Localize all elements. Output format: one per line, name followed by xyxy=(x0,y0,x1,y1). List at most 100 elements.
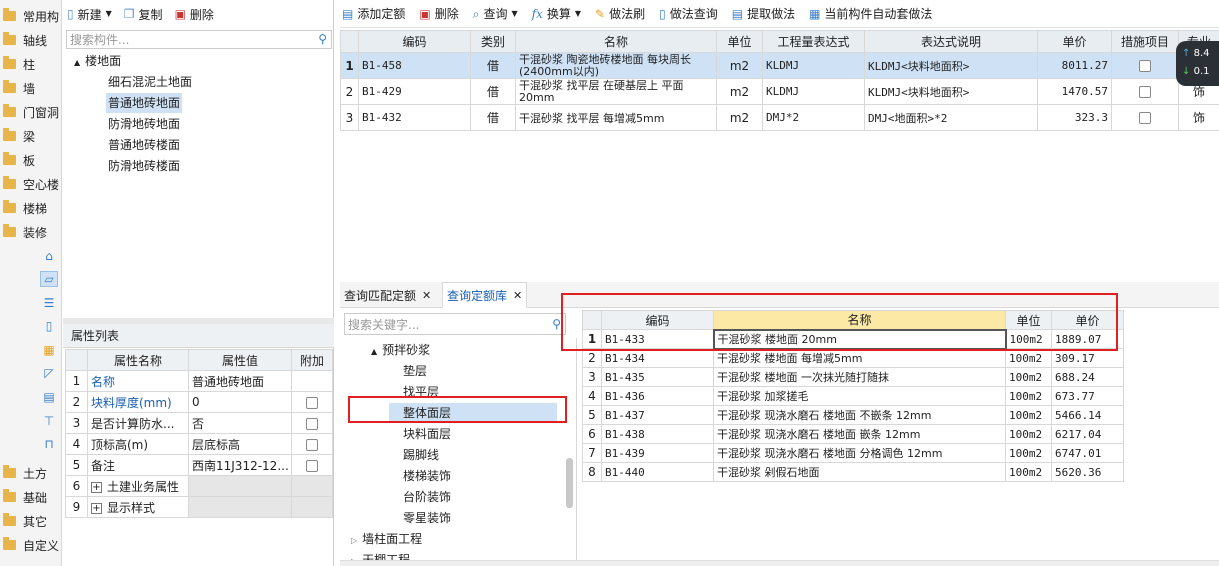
prop-value-field[interactable]: 层底标高 xyxy=(188,433,292,455)
folder-icon xyxy=(3,465,16,478)
prop-row[interactable]: 5 备注 西南11J312-12... xyxy=(65,454,333,476)
prop-group-row[interactable]: 9 + 显示样式 xyxy=(65,496,333,518)
folder-icon xyxy=(3,152,16,165)
quota-row[interactable]: 3 B1-432 借 干混砂浆 找平层 每增减5mm m2 DMJ*2 DMJ<… xyxy=(340,104,1219,131)
column-base-icon[interactable]: ⊓ xyxy=(40,436,58,452)
wall-skirt-icon[interactable]: ▯ xyxy=(40,318,58,334)
property-panel: 属性列表 属性名称 属性值 附加 1 名称 普通地砖地面 2 块料厚度(mm) … xyxy=(63,318,334,566)
close-icon[interactable]: ✕ xyxy=(513,289,522,302)
extra-checkbox[interactable] xyxy=(306,396,318,409)
nav-item-stairs[interactable]: 楼梯 xyxy=(0,197,61,219)
measure-checkbox[interactable] xyxy=(1139,60,1151,72)
nav-item-door-window[interactable]: 门窗洞 xyxy=(0,101,61,123)
library-row[interactable]: 6 B1-438 干混砂浆 现浇水磨石 楼地面 嵌条 12mm 100m2 62… xyxy=(582,424,1124,444)
tree-node-baseboard[interactable]: 踢脚线 xyxy=(401,445,441,465)
method-brush-button[interactable]: ✎ 做法刷 xyxy=(595,0,645,28)
ceiling-icon[interactable]: ◸ xyxy=(40,365,58,381)
baseboard-icon[interactable]: ☰ xyxy=(40,295,58,311)
extract-method-button[interactable]: ▤ 提取做法 xyxy=(732,0,795,28)
nav-item-custom[interactable]: 自定义 xyxy=(0,534,61,556)
prop-value-field[interactable]: 0 xyxy=(188,391,292,413)
extra-checkbox[interactable] xyxy=(306,438,318,451)
prop-group-row[interactable]: 6 + 土建业务属性 xyxy=(65,475,333,497)
library-search-input[interactable]: 搜索关键字... ⚲ xyxy=(344,313,566,335)
library-row[interactable]: 7 B1-439 干混砂浆 现浇水磨石 楼地面 分格调色 12mm 100m2 … xyxy=(582,443,1124,463)
nav-item-common[interactable]: 常用构 xyxy=(0,5,61,27)
wall-finish-icon[interactable]: ▦ xyxy=(40,342,58,358)
tree-item-ordinary-tile-storey[interactable]: 普通地砖楼面 xyxy=(106,135,182,155)
nav-item-other[interactable]: 其它 xyxy=(0,510,61,532)
prop-value-field[interactable]: 普通地砖地面 xyxy=(188,370,292,392)
delete-component-button[interactable]: ▣ 删除 xyxy=(175,0,214,28)
col-type: 类别 xyxy=(470,30,516,53)
close-icon[interactable]: ✕ xyxy=(422,289,431,302)
delete-quota-button[interactable]: ▣ 删除 xyxy=(419,0,458,28)
measure-checkbox[interactable] xyxy=(1139,112,1151,124)
prop-value-field[interactable]: 西南11J312-12... xyxy=(188,454,292,476)
floor-icon[interactable]: ▱ xyxy=(40,271,58,287)
expand-plus-icon[interactable]: + xyxy=(91,481,102,493)
measure-checkbox[interactable] xyxy=(1139,86,1151,98)
tree-item-fine-stone-floor[interactable]: 细石混泥土地面 xyxy=(106,72,194,92)
tree-item-ordinary-tile-floor[interactable]: 普通地砖地面 xyxy=(106,93,183,113)
tree-node-cushion[interactable]: 垫层 xyxy=(401,361,429,381)
nav-item-slab[interactable]: 板 xyxy=(0,149,61,171)
room-icon[interactable]: ⌂ xyxy=(40,248,58,264)
tree-root-floor[interactable]: ▲ 楼地面 xyxy=(72,51,123,71)
folder-icon xyxy=(3,8,16,21)
convert-button[interactable]: fx 换算 ▼ xyxy=(532,0,581,28)
tree-node-block-surface[interactable]: 块料面层 xyxy=(401,424,453,444)
add-quota-button[interactable]: ▤ 添加定额 xyxy=(342,0,405,28)
expand-plus-icon[interactable]: + xyxy=(91,502,102,514)
component-search-input[interactable]: 搜索构件... ⚲ xyxy=(66,30,332,49)
library-row[interactable]: 4 B1-436 干混砂浆 加浆搓毛 100m2 673.77 xyxy=(582,386,1124,406)
quota-row[interactable]: 1 B1-458 借 干混砂浆 陶瓷地砖楼地面 每块周长(2400mm以内) m… xyxy=(340,52,1219,79)
library-row[interactable]: 2 B1-434 干混砂浆 楼地面 每增减5mm 100m2 309.17 xyxy=(582,348,1124,368)
library-tree: ▲ 预拌砂浆 垫层 找平层 整体面层 块料面层 踢脚线 楼梯装饰 台阶装饰 零星装… xyxy=(341,338,577,566)
tab-query-quota-library[interactable]: 查询定额库 ✕ xyxy=(442,282,528,308)
tree-item-antislip-tile-floor[interactable]: 防滑地砖地面 xyxy=(106,114,182,134)
copy-button[interactable]: ❐ 复制 xyxy=(124,0,163,28)
tab-query-match-quota[interactable]: 查询匹配定额 ✕ xyxy=(340,282,435,308)
nav-item-column[interactable]: 柱 xyxy=(0,53,61,75)
method-query-button[interactable]: ▯ 做法查询 xyxy=(659,0,718,28)
tree-node-misc-decor[interactable]: 零星装饰 xyxy=(401,508,453,528)
nav-item-wall[interactable]: 墙 xyxy=(0,77,61,99)
nav-item-hollow-floor[interactable]: 空心楼 xyxy=(0,173,61,195)
tree-node-step-decor[interactable]: 台阶装饰 xyxy=(401,487,453,507)
horizontal-scrollbar[interactable] xyxy=(340,560,1219,566)
search-icon[interactable]: ⚲ xyxy=(318,33,327,45)
nav-item-beam[interactable]: 梁 xyxy=(0,125,61,147)
query-button[interactable]: ⌕ 查询 ▼ xyxy=(473,0,518,28)
network-speed-widget[interactable]: ↑ 8.4 ↓ 0.1 xyxy=(1176,41,1219,86)
column-finish-icon[interactable]: ▤ xyxy=(40,389,58,405)
library-row[interactable]: 8 B1-440 干混砂浆 剁假石地面 100m2 5620.36 xyxy=(582,462,1124,482)
folder-icon xyxy=(3,176,16,189)
tree-node-stair-decor[interactable]: 楼梯装饰 xyxy=(401,466,453,486)
fx-icon: fx xyxy=(531,6,543,21)
quota-row[interactable]: 2 B1-429 借 干混砂浆 找平层 在硬基层上 平面 20mm m2 KLD… xyxy=(340,78,1219,105)
prop-row[interactable]: 4 顶标高(m) 层底标高 xyxy=(65,433,333,455)
prop-row[interactable]: 2 块料厚度(mm) 0 xyxy=(65,391,333,413)
library-row[interactable]: 5 B1-437 干混砂浆 现浇水磨石 楼地面 不嵌条 12mm 100m2 5… xyxy=(582,405,1124,425)
extra-checkbox[interactable] xyxy=(306,417,318,430)
prop-value-field[interactable]: 否 xyxy=(188,412,292,434)
expand-arrow-icon: ▲ xyxy=(371,347,378,356)
auto-apply-method-button[interactable]: ▦ 当前构件自动套做法 xyxy=(809,0,932,28)
nav-item-decoration[interactable]: 装修 xyxy=(0,221,61,243)
tree-node-premix-mortar[interactable]: ▲ 预拌砂浆 xyxy=(369,340,432,360)
nav-item-foundation[interactable]: 基础 xyxy=(0,486,61,508)
tree-node-wall-column[interactable]: ▷ 墙柱面工程 xyxy=(349,529,424,549)
nav-item-axis[interactable]: 轴线 xyxy=(0,29,61,51)
suspended-ceiling-icon[interactable]: ⊤ xyxy=(40,413,58,429)
nav-item-earthwork[interactable]: 土方 xyxy=(0,462,61,484)
prop-row[interactable]: 3 是否计算防水... 否 xyxy=(65,412,333,434)
col-expr-desc: 表达式说明 xyxy=(864,30,1038,53)
extra-checkbox[interactable] xyxy=(306,459,318,472)
search-icon[interactable]: ⚲ xyxy=(552,318,561,330)
library-tree-scrollbar[interactable] xyxy=(566,458,573,508)
new-button[interactable]: ▯ 新建 ▼ xyxy=(67,0,112,28)
tree-item-antislip-tile-storey[interactable]: 防滑地砖楼面 xyxy=(106,156,182,176)
library-row[interactable]: 3 B1-435 干混砂浆 楼地面 一次抹光随打随抹 100m2 688.24 xyxy=(582,367,1124,387)
prop-row[interactable]: 1 名称 普通地砖地面 xyxy=(65,370,333,392)
